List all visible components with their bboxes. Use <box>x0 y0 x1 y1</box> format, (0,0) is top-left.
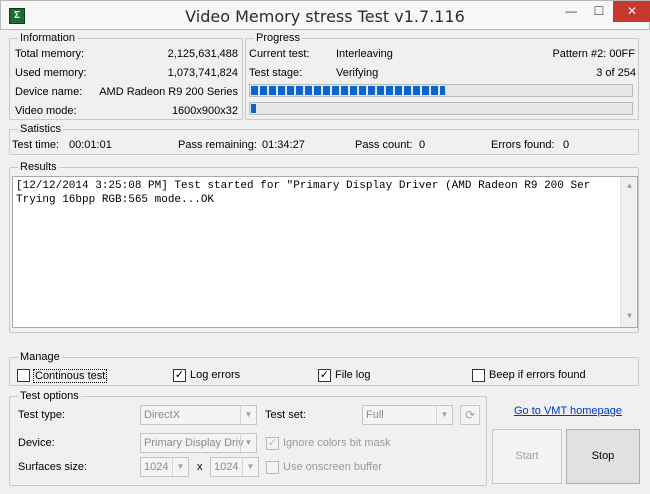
pass-remaining-value: 01:34:27 <box>262 139 305 151</box>
test-stage-label: Test stage: <box>249 67 303 79</box>
pass-count-label: Pass count: <box>355 139 413 151</box>
chevron-down-icon: ▼ <box>172 458 188 476</box>
device-label: Device: <box>18 437 55 449</box>
surfaces-size-label: Surfaces size: <box>18 461 88 473</box>
test-type-value: DirectX <box>144 409 181 421</box>
continuous-test-checkbox[interactable] <box>17 369 30 382</box>
scroll-up-icon[interactable]: ▲ <box>621 180 637 194</box>
use-onscreen-label[interactable]: Use onscreen buffer <box>283 461 382 473</box>
used-memory-value: 1,073,741,824 <box>167 67 238 79</box>
file-log-label[interactable]: File log <box>335 369 370 381</box>
chevron-down-icon: ▼ <box>240 434 256 452</box>
test-set-label: Test set: <box>265 409 306 421</box>
refresh-icon: ⟳ <box>464 408 476 422</box>
test-stage-value: Verifying <box>336 67 379 79</box>
total-memory-value: 2,125,631,488 <box>167 48 238 60</box>
log-errors-label[interactable]: Log errors <box>190 369 240 381</box>
window-title: Video Memory stress Test v1.7.116 <box>185 7 465 26</box>
chevron-down-icon: ▼ <box>242 458 258 476</box>
errors-found-label: Errors found: <box>491 139 555 151</box>
results-log[interactable]: [12/12/2014 3:25:08 PM] Test started for… <box>12 176 638 328</box>
test-type-select[interactable]: DirectX ▼ <box>140 405 257 425</box>
results-legend: Results <box>18 160 59 174</box>
surface-height-value: 1024 <box>214 461 239 473</box>
use-onscreen-checkbox[interactable] <box>266 461 279 474</box>
log-errors-checkbox[interactable]: ✓ <box>173 369 186 382</box>
statistics-legend: Satistics <box>18 122 63 136</box>
ignore-colors-checkbox[interactable]: ✓ <box>266 437 279 450</box>
minimize-button[interactable]: — <box>557 1 585 22</box>
continuous-test-label[interactable]: Continous test <box>33 369 108 383</box>
test-type-label: Test type: <box>18 409 66 421</box>
current-test-value: Interleaving <box>336 48 393 60</box>
beep-checkbox[interactable] <box>472 369 485 382</box>
device-name-value: AMD Radeon R9 200 Series <box>99 86 238 98</box>
file-log-checkbox[interactable]: ✓ <box>318 369 331 382</box>
surface-size-separator: x <box>197 461 203 473</box>
start-button[interactable]: Start <box>492 429 562 484</box>
stop-button[interactable]: Stop <box>566 429 640 484</box>
progress-legend: Progress <box>254 31 303 45</box>
errors-found-value: 0 <box>563 139 570 151</box>
scroll-down-icon[interactable]: ▼ <box>621 310 637 324</box>
total-memory-label: Total memory: <box>15 48 85 60</box>
test-progress-bar <box>249 102 633 115</box>
used-memory-label: Used memory: <box>15 67 87 79</box>
results-line: [12/12/2014 3:25:08 PM] Test started for… <box>16 180 591 192</box>
device-value: Primary Display Driv <box>144 437 244 449</box>
surface-width-select[interactable]: 1024 ▼ <box>140 457 189 477</box>
pass-progress-bar <box>249 84 633 97</box>
chevron-down-icon: ▼ <box>240 406 256 424</box>
video-mode-value: 1600x900x32 <box>171 105 238 117</box>
test-set-select[interactable]: Full ▼ <box>362 405 453 425</box>
device-name-label: Device name: <box>15 86 83 98</box>
surface-height-select[interactable]: 1024 ▼ <box>210 457 259 477</box>
close-button[interactable]: ✕ <box>613 1 650 22</box>
pattern-value: Pattern #2: 00FF <box>552 48 635 60</box>
information-legend: Information <box>18 31 78 45</box>
pass-progress-fill <box>251 86 445 95</box>
current-test-label: Current test: <box>249 48 310 60</box>
title-bar: Ʃ Video Memory stress Test v1.7.116 — ☐ … <box>0 0 650 30</box>
ignore-colors-label[interactable]: Ignore colors bit mask <box>283 437 391 449</box>
manage-legend: Manage <box>18 350 62 364</box>
test-progress-fill <box>251 104 256 113</box>
pass-remaining-label: Pass remaining: <box>178 139 257 151</box>
maximize-button[interactable]: ☐ <box>585 1 613 22</box>
test-time-label: Test time: <box>12 139 60 151</box>
beep-label[interactable]: Beep if errors found <box>489 369 586 381</box>
results-scrollbar[interactable]: ▲ ▼ <box>620 177 637 327</box>
device-select[interactable]: Primary Display Driv ▼ <box>140 433 257 453</box>
test-options-legend: Test options <box>18 389 81 403</box>
test-time-value: 00:01:01 <box>69 139 112 151</box>
surface-width-value: 1024 <box>144 461 169 473</box>
pass-count-value: 0 <box>419 139 426 151</box>
start-button-label: Start <box>515 450 539 462</box>
chevron-down-icon: ▼ <box>436 406 452 424</box>
refresh-button[interactable]: ⟳ <box>460 405 480 425</box>
vmt-homepage-link[interactable]: Go to VMT homepage <box>514 405 622 417</box>
stop-button-label: Stop <box>591 450 615 462</box>
stage-count: 3 of 254 <box>596 67 636 79</box>
test-set-value: Full <box>366 409 384 421</box>
results-line: Trying 16bpp RGB:565 mode...OK <box>16 194 215 206</box>
video-mode-label: Video mode: <box>15 105 77 117</box>
